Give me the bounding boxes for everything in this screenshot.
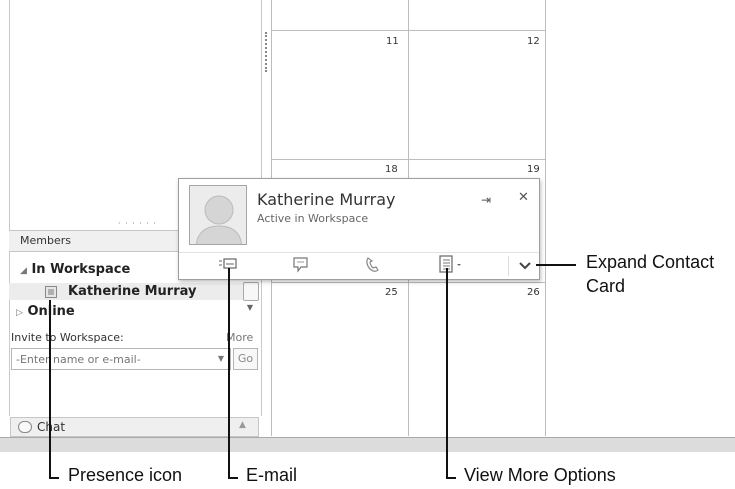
- day-number[interactable]: 25: [385, 287, 398, 298]
- group-label: Online: [27, 304, 75, 319]
- collapsed-arrow-icon: ▷: [16, 308, 23, 318]
- chevron-down-icon: [519, 262, 531, 270]
- callout-line: [228, 477, 238, 479]
- callout-line: [49, 300, 51, 477]
- splitter-grip[interactable]: [265, 32, 270, 72]
- scrollbar-thumb[interactable]: [243, 282, 259, 301]
- phone-icon: [366, 257, 379, 272]
- pane-splitter[interactable]: · · · · · ·: [118, 219, 157, 228]
- chat-label: Chat: [37, 420, 66, 434]
- invite-label: Invite to Workspace:: [11, 331, 124, 344]
- dropdown-arrow-icon[interactable]: ▼: [215, 350, 227, 368]
- day-number[interactable]: 12: [527, 36, 540, 47]
- action-separator: [508, 256, 509, 276]
- avatar: [189, 185, 247, 245]
- group-label: In Workspace: [31, 262, 131, 277]
- callout-expand-contact-card: Expand Contact Card: [586, 252, 715, 296]
- callout-view-more-options: View More Options: [464, 465, 616, 485]
- scroll-down-icon[interactable]: ▼: [243, 303, 257, 317]
- more-link[interactable]: More: [226, 331, 253, 344]
- call-button[interactable]: [362, 255, 384, 275]
- day-number[interactable]: 11: [386, 36, 399, 47]
- invite-input[interactable]: [11, 348, 231, 370]
- chat-bubble-icon: [293, 257, 308, 273]
- chat-icon: [18, 421, 32, 433]
- pin-icon[interactable]: ⇥: [481, 193, 491, 207]
- list-icon: [439, 255, 461, 273]
- status-bar: [0, 437, 735, 452]
- contact-name: Katherine Murray: [257, 190, 396, 209]
- instant-message-button[interactable]: [290, 255, 312, 275]
- callout-line: [446, 477, 456, 479]
- day-number[interactable]: 19: [527, 164, 540, 175]
- day-number[interactable]: 26: [527, 287, 540, 298]
- group-online[interactable]: ▷ Online: [16, 304, 75, 319]
- view-more-options-button[interactable]: [437, 255, 471, 275]
- member-name[interactable]: Katherine Murray: [68, 284, 196, 299]
- card-divider: [179, 252, 539, 253]
- callout-line: [446, 268, 448, 477]
- callout-email: E-mail: [246, 465, 298, 485]
- callout-line: [228, 268, 230, 477]
- group-in-workspace[interactable]: ◢ In Workspace: [20, 262, 130, 277]
- close-icon[interactable]: ✕: [518, 190, 529, 205]
- presence-icon[interactable]: [45, 286, 57, 298]
- expand-contact-card-button[interactable]: [514, 254, 536, 276]
- callout-line: [49, 477, 59, 479]
- go-button[interactable]: Go: [233, 348, 258, 370]
- members-title: Members: [20, 234, 71, 247]
- day-number[interactable]: 18: [385, 164, 398, 175]
- contact-status: Active in Workspace: [257, 212, 369, 225]
- chevron-up-icon[interactable]: ▲: [239, 420, 246, 430]
- callout-line: [536, 264, 576, 266]
- expanded-arrow-icon: ◢: [20, 266, 27, 276]
- callout-presence-icon: Presence icon: [68, 465, 183, 485]
